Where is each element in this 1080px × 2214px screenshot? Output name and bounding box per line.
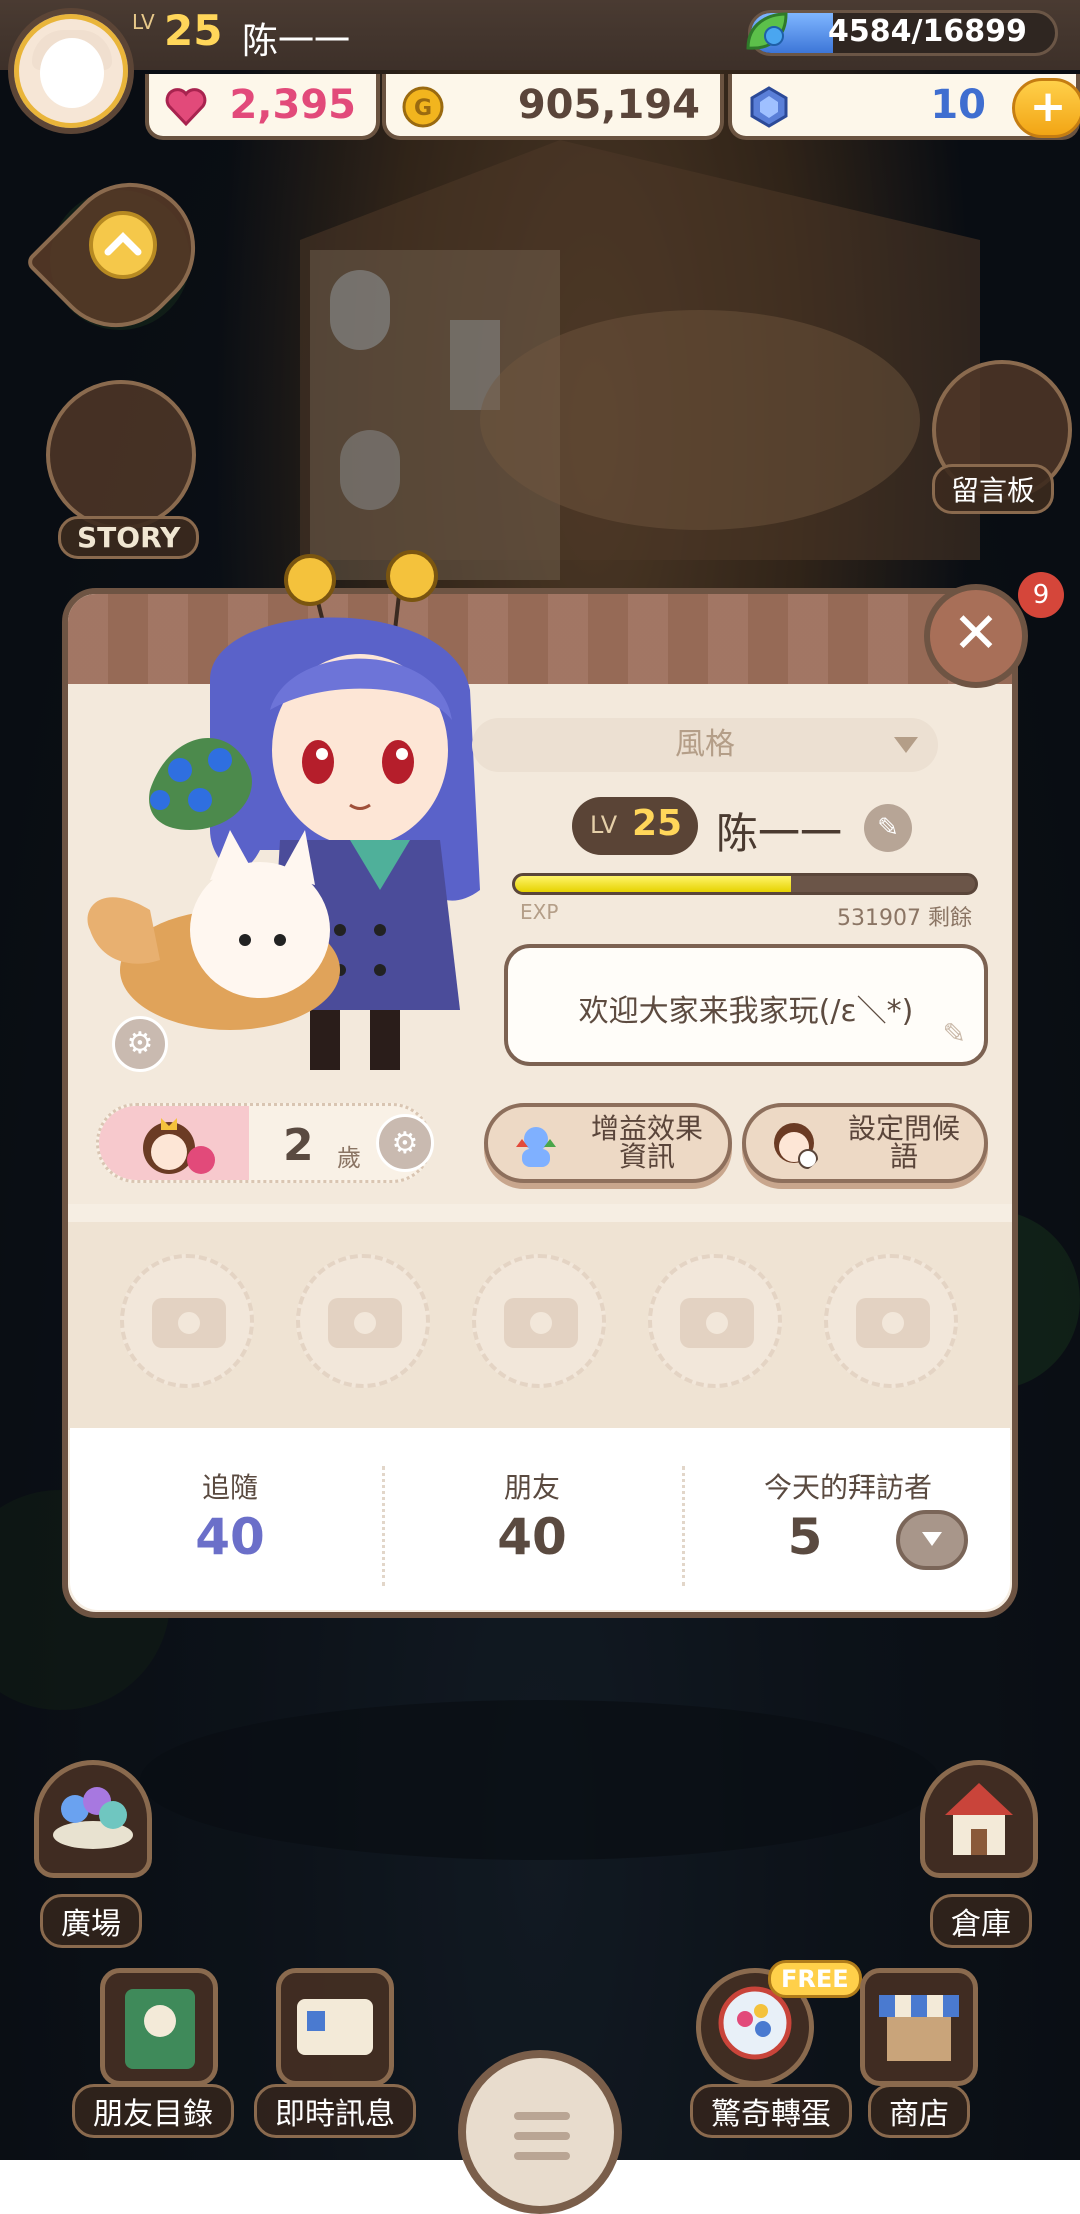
stats-divider [682,1466,685,1586]
friends-label: 朋友 [503,1471,560,1504]
free-badge: FREE [768,1960,862,1998]
pencil-icon: ✎ [877,813,899,843]
girl-age-icon [143,1118,215,1174]
player-avatar[interactable] [8,8,134,134]
gear-icon: ⚙ [126,1026,154,1061]
player-character-art [87,550,480,1070]
camera-lens-icon [878,1308,908,1338]
pencil-icon: ✎ [942,1017,966,1050]
leaf-energy-icon [746,12,788,50]
chevron-down-icon [922,1532,942,1546]
stats-divider [382,1466,385,1586]
camera-lens-icon [526,1308,556,1338]
camera-lens-icon [350,1308,380,1338]
profile-name: 陈一一 [716,809,843,858]
greeting-face-icon [774,1123,818,1169]
story-button[interactable] [46,380,196,530]
camera-lens-icon [702,1308,732,1338]
friends-count[interactable]: 40 [432,1508,632,1566]
age-value: 2 [283,1120,314,1171]
set-greeting-button[interactable]: 設定問候語 [742,1103,988,1183]
energy-value: 4584/16899 [828,14,1027,49]
exp-label: EXP [520,900,559,924]
menu-icon-line [514,2132,570,2140]
player-level: 25 [164,6,223,55]
warehouse-label: 倉庫 [930,1894,1032,1948]
svg-text:G: G [414,96,432,121]
warehouse-house-icon [945,1783,1013,1855]
heart-icon [165,88,207,127]
flower-garden-icon [53,1787,133,1849]
add-gems-button[interactable]: + [1012,78,1080,138]
avatar-face-icon [40,38,104,108]
shop-button[interactable] [860,1968,978,2086]
pet-settings-button[interactable]: ⚙ [112,1016,168,1072]
profile-level-label: LV [590,811,618,839]
shop-label: 商店 [868,2084,970,2138]
visitors-label: 今天的拜訪者 [763,1471,932,1504]
age-icon-panel [99,1106,249,1180]
chevron-up-icon [89,211,157,279]
gems-value: 10 [930,82,986,128]
add-photo-slot[interactable] [472,1254,606,1388]
exp-remaining: 531907 剩餘 [837,906,972,931]
exp-progress-bar [512,873,978,895]
menu-icon [514,2112,570,2120]
style-dropdown[interactable]: 風格 [472,718,938,772]
hearts-counter[interactable]: 2,395 [145,74,380,140]
player-name: 陈一一 [242,21,351,62]
followers-count[interactable]: 40 [130,1508,330,1566]
menu-icon-line [514,2152,570,2160]
buff-info-button[interactable]: 增益效果資訊 [484,1103,732,1183]
instant-message-label: 即時訊息 [254,2084,416,2138]
close-icon: ✕ [952,601,1000,666]
add-photo-slot[interactable] [296,1254,430,1388]
player-level-label: LV [132,10,155,34]
greeting-message: 欢迎大家来我家玩(/ε＼*) [578,994,914,1029]
gold-counter[interactable]: G 905,194 [382,74,724,140]
plaza-button[interactable] [34,1760,152,1878]
add-photo-slot[interactable] [120,1254,254,1388]
add-photo-slot[interactable] [824,1254,958,1388]
set-greeting-label: 設定問候語 [847,1112,960,1173]
friends-book-icon [125,1989,195,2069]
surprise-egg-label: 驚奇轉蛋 [690,2084,852,2138]
profile-level-value: 25 [632,803,683,844]
followers-label: 追隨 [201,1471,258,1504]
gems-counter[interactable]: 10 + [728,74,1080,140]
main-menu-button[interactable] [458,2050,622,2214]
edit-name-button[interactable]: ✎ [864,804,912,852]
friends-list-button[interactable] [100,1968,218,2086]
buff-info-label: 增益效果資訊 [590,1112,703,1173]
friends-list-label: 朋友目錄 [72,2084,234,2138]
gold-value: 905,194 [517,82,700,128]
instant-message-button[interactable] [276,1968,394,2086]
warehouse-button[interactable] [920,1760,1038,1878]
message-card-icon [297,1999,373,2055]
gear-icon: ⚙ [391,1126,419,1161]
notification-badge: 9 [1018,572,1064,618]
age-settings-button[interactable]: ⚙ [376,1114,434,1172]
greeting-message-box[interactable]: 欢迎大家来我家玩(/ε＼*) ✎ [504,944,988,1066]
shop-awning-icon [879,1995,959,2061]
gold-coin-icon: G [402,86,444,128]
exp-progress-fill [515,876,791,892]
age-unit: 歲 [337,1144,361,1172]
gem-icon [750,86,788,128]
visitors-expand-button[interactable] [896,1510,968,1570]
add-photo-slot[interactable] [648,1254,782,1388]
message-board-label: 留言板 [932,464,1055,514]
chevron-down-icon [894,737,918,753]
buff-effect-icon [516,1127,556,1167]
plaza-label: 廣場 [40,1894,142,1948]
camera-lens-icon [174,1308,204,1338]
profile-level-badge: LV 25 [572,797,698,855]
close-button[interactable]: ✕ [924,584,1028,688]
visitors-count: 5 [787,1508,823,1566]
hearts-value: 2,395 [229,82,356,128]
